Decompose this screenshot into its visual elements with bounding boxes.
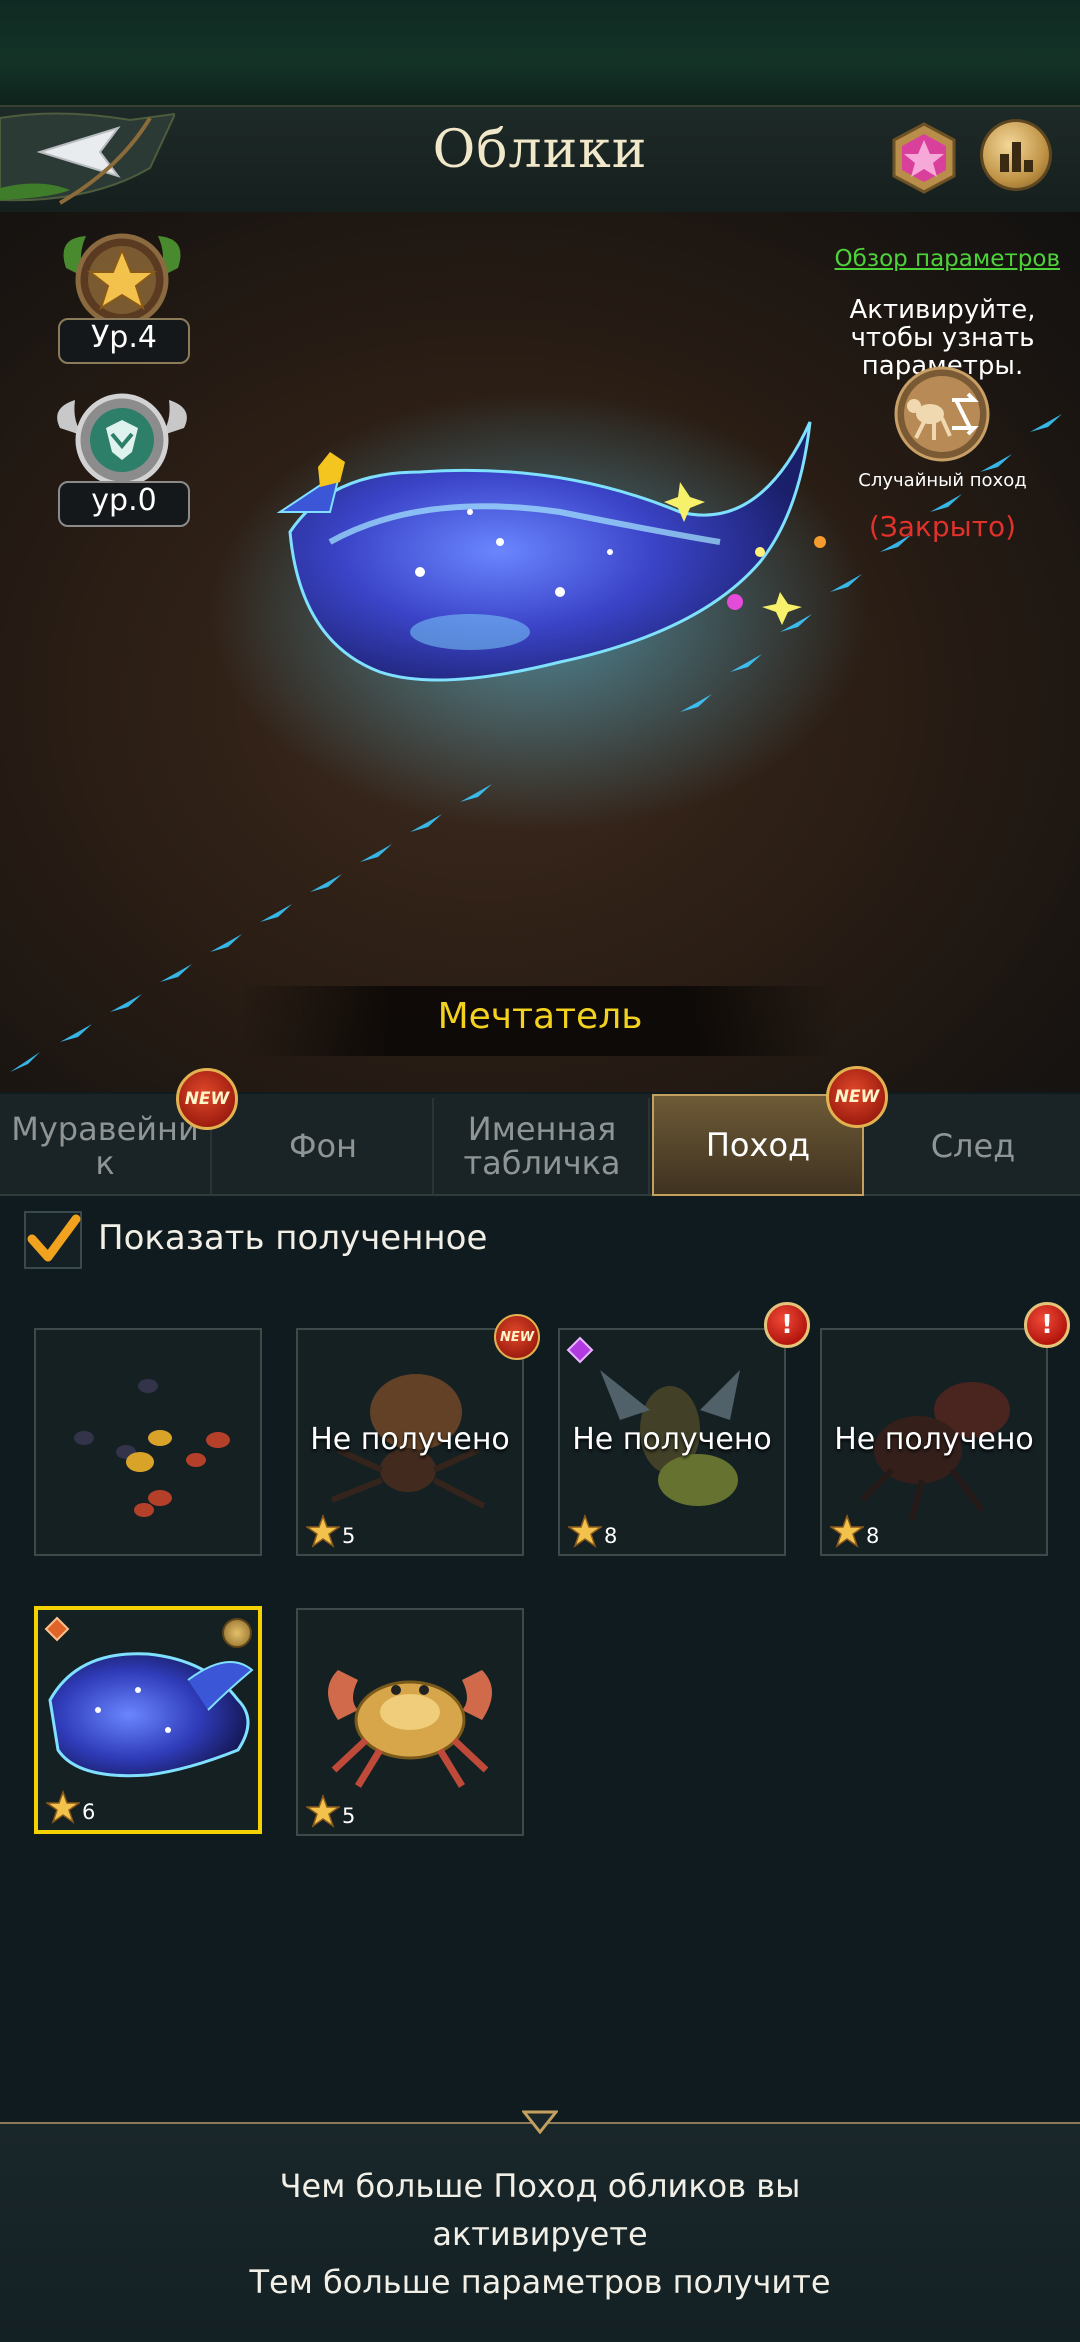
- random-march-button[interactable]: [878, 364, 1006, 464]
- alert-badge: !: [764, 1302, 810, 1348]
- footer-ornament-icon: [522, 2110, 558, 2134]
- ant-emblem-badge[interactable]: [50, 388, 194, 488]
- star-medal-badge[interactable]: [56, 228, 188, 328]
- skin-name: Мечтатель: [437, 996, 643, 1037]
- tab-background[interactable]: Фон: [214, 1098, 434, 1194]
- not-obtained-label: Не получено: [572, 1422, 772, 1457]
- ant-group-icon: [74, 1379, 230, 1517]
- star-medal-icon: [63, 233, 181, 327]
- star-count: 8: [604, 1524, 618, 1548]
- not-obtained-label: Не получено: [310, 1422, 510, 1457]
- skin-card-ant-group[interactable]: [34, 1328, 262, 1556]
- skin-card-firefly[interactable]: Не получено 8: [558, 1328, 786, 1556]
- skin-card-spider[interactable]: Не получено 5: [296, 1328, 524, 1556]
- skin-card-golden-crab[interactable]: 5: [296, 1608, 524, 1836]
- leaderboard-icon: [1000, 142, 1033, 172]
- equipped-icon: [222, 1618, 252, 1648]
- star-count: 8: [866, 1524, 880, 1548]
- tab-label: Именная табличка: [463, 1110, 621, 1182]
- star-count: 6: [82, 1800, 96, 1824]
- footer-line: Тем больше параметров получите: [249, 2263, 831, 2301]
- status-closed-label: (Закрыто): [868, 510, 1017, 543]
- purple-gem-icon: [566, 1336, 594, 1364]
- star-icon: [568, 1514, 602, 1548]
- star-icon: [46, 1790, 80, 1824]
- tab-label: След: [930, 1127, 1016, 1165]
- star-icon: [306, 1794, 340, 1828]
- footer-hint: Чем больше Поход обликов вы активируете …: [0, 2162, 1080, 2306]
- show-obtained-checkbox[interactable]: [24, 1211, 82, 1269]
- not-obtained-label: Не получено: [834, 1422, 1034, 1457]
- skin-card-beetle[interactable]: Не получено 8: [820, 1328, 1048, 1556]
- random-march-label: Случайный поход: [858, 470, 1027, 491]
- level-label: Ур.4: [58, 318, 190, 364]
- new-badge: NEW: [176, 1068, 238, 1130]
- orange-gem-icon: [44, 1616, 70, 1642]
- show-obtained-label: Показать полученное: [98, 1218, 488, 1258]
- star-count: 5: [342, 1524, 356, 1548]
- checkmark-icon: [27, 1214, 81, 1262]
- tab-trail[interactable]: След: [866, 1098, 1080, 1194]
- crystal-button[interactable]: [888, 122, 960, 194]
- ant-shuffle-icon: [894, 366, 990, 462]
- new-badge: NEW: [826, 1066, 888, 1128]
- star-icon: [830, 1514, 864, 1548]
- ant-emblem-icon: [57, 393, 187, 487]
- star-icon: [306, 1514, 340, 1548]
- skin-card-dreamer-whale[interactable]: 6: [34, 1606, 262, 1834]
- footer-line: активируете: [432, 2215, 648, 2253]
- leaderboard-button[interactable]: [983, 122, 1049, 188]
- pink-crystal-icon: [892, 122, 956, 194]
- tab-nameplate[interactable]: Именная табличка: [436, 1098, 650, 1194]
- tab-label: Муравейник: [11, 1110, 199, 1182]
- top-strip: [0, 0, 1080, 105]
- new-badge: NEW: [494, 1314, 540, 1360]
- alert-badge: !: [1024, 1302, 1070, 1348]
- level-label: ур.0: [58, 481, 190, 527]
- footer-line: Чем больше Поход обликов вы: [279, 2167, 801, 2205]
- star-count: 5: [342, 1804, 356, 1828]
- tab-label: Фон: [288, 1127, 358, 1165]
- overview-parameters-link[interactable]: Обзор параметров: [800, 246, 1060, 272]
- tab-label: Поход: [705, 1126, 811, 1164]
